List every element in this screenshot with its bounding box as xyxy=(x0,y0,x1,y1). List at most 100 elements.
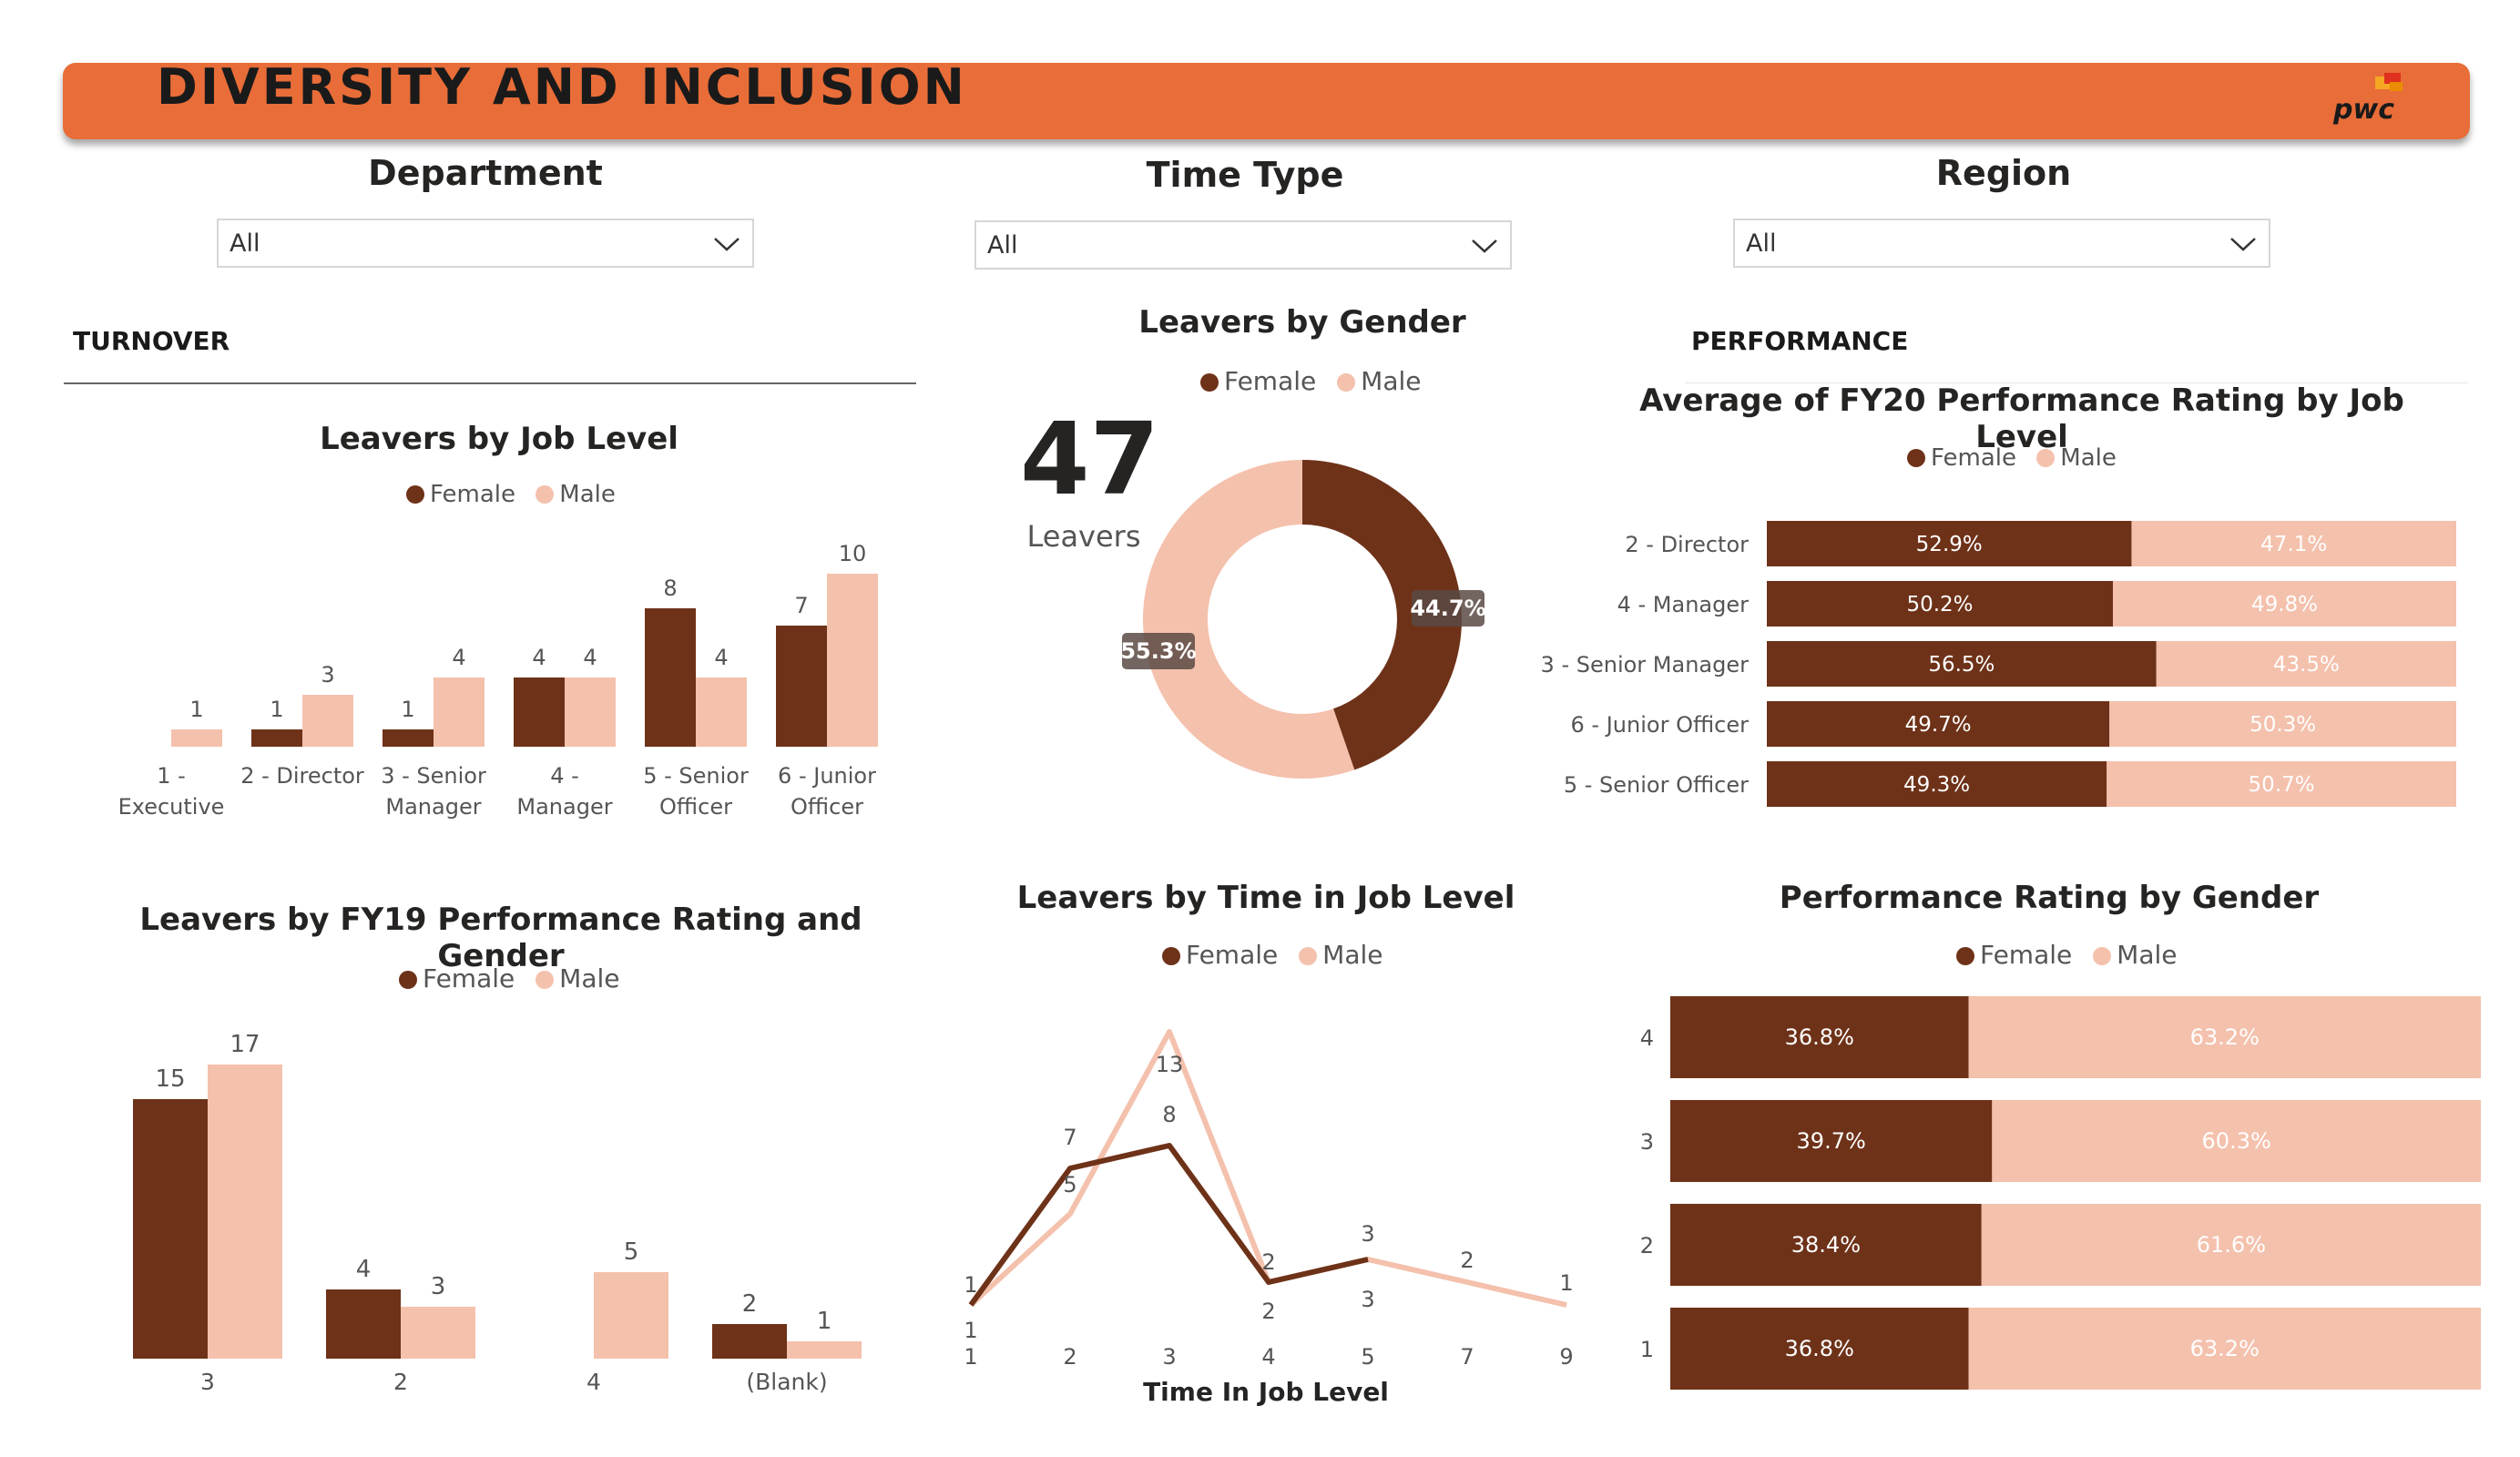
data-label-male: 1 xyxy=(964,1318,977,1343)
legend-male: Male xyxy=(1337,366,1421,396)
category-label: 6 - Junior Officer xyxy=(1571,712,1750,738)
legend-female-label: Female xyxy=(1186,940,1279,970)
data-label-female: 2 xyxy=(1261,1249,1275,1275)
page-title: DIVERSITY AND INCLUSION xyxy=(157,58,967,116)
data-label-male: 13 xyxy=(1156,1052,1184,1077)
legend-female: Female xyxy=(1907,444,2016,472)
x-tick-label: 4 xyxy=(1261,1344,1275,1370)
legend-male-label: Male xyxy=(559,963,620,993)
fy19-legend: Female Male xyxy=(399,963,632,993)
bar-male xyxy=(171,729,222,747)
data-label: 1 xyxy=(270,697,283,722)
legend-male: Male xyxy=(1299,940,1382,970)
fy19-bar-chart: 15 17 3 4 3 2 5 4 2 1 (Blank) xyxy=(133,1031,862,1395)
category-label: 2 - Director xyxy=(1625,532,1749,557)
category-label: 2 - Director xyxy=(240,763,364,789)
data-label: 3 xyxy=(431,1273,446,1300)
category-label: (Blank) xyxy=(746,1369,827,1395)
legend-male-label: Male xyxy=(1322,940,1383,970)
bar-female xyxy=(514,678,565,747)
job-level-legend: Female Male xyxy=(406,481,628,508)
category-label: 1 xyxy=(1640,1337,1654,1362)
legend-male-dot xyxy=(536,485,555,504)
data-label: 1 xyxy=(817,1308,832,1335)
legend-male-label: Male xyxy=(559,481,616,508)
chevron-down-icon xyxy=(2230,238,2256,251)
bar-male xyxy=(208,1065,282,1359)
perf-gender-legend: Female Male xyxy=(1956,940,2189,970)
time-type-dropdown[interactable]: All xyxy=(974,220,1512,270)
svg-text:pwc: pwc xyxy=(2332,94,2394,126)
data-label-male: 43.5% xyxy=(2273,653,2340,677)
legend-female-dot xyxy=(1907,449,1925,467)
leavers-by-gender-donut: 44.7% 55.3% xyxy=(1120,460,1484,779)
category-label: 3 xyxy=(200,1369,215,1395)
bar-male xyxy=(787,1341,862,1359)
x-tick-label: 2 xyxy=(1063,1344,1076,1370)
job-level-bar-chart: 1 1 - Executive 1 3 2 - Director 1 4 3 - Senior M… xyxy=(118,541,878,820)
category-label: Officer xyxy=(791,794,863,820)
category-label: 2 xyxy=(393,1369,408,1395)
category-label: 4 - Manager xyxy=(1617,592,1750,617)
data-label-male: 61.6% xyxy=(2197,1232,2266,1258)
time-type-slicer-title: Time Type xyxy=(1146,155,1344,195)
legend-female-dot xyxy=(1162,947,1180,965)
data-label: 2 xyxy=(742,1290,758,1318)
legend-female-dot xyxy=(399,971,417,989)
data-label: 4 xyxy=(714,645,728,670)
data-label-male: 2 xyxy=(1460,1248,1474,1273)
legend-male-dot xyxy=(2093,947,2112,965)
legend-female: Female xyxy=(1956,940,2072,970)
job-level-chart-title: Leavers by Job Level xyxy=(320,421,678,457)
legend-female-label: Female xyxy=(1931,444,2017,472)
department-dropdown[interactable]: All xyxy=(217,219,754,268)
bar-male xyxy=(434,678,485,747)
time-in-level-line-chart: 1782315132 3211 2 3 4 5 7 9Time In Job Level xyxy=(964,1029,1574,1407)
chevron-down-icon xyxy=(1472,239,1497,253)
data-label: 1 xyxy=(401,697,414,722)
legend-male: Male xyxy=(536,481,616,508)
data-label-female: 39.7% xyxy=(1797,1128,1866,1154)
data-label-female: 1 xyxy=(964,1272,977,1298)
bar-male xyxy=(302,695,353,747)
category-label: Manager xyxy=(516,794,612,820)
category-label: 5 - Senior xyxy=(643,763,749,789)
data-label: 5 xyxy=(624,1238,639,1266)
data-label-female: 3 xyxy=(1361,1221,1374,1247)
turnover-section-label: TURNOVER xyxy=(73,326,230,356)
data-label-male: 2 xyxy=(1261,1299,1275,1324)
data-label-female: 7 xyxy=(1063,1125,1076,1150)
bar-male xyxy=(565,678,616,747)
department-dropdown-value: All xyxy=(230,229,260,258)
x-axis-title: Time In Job Level xyxy=(1143,1377,1389,1407)
category-label: 4 xyxy=(587,1369,601,1395)
x-tick-label: 3 xyxy=(1162,1344,1176,1370)
donut-chart-title: Leavers by Gender xyxy=(1138,304,1466,341)
data-label-male: 5 xyxy=(1063,1172,1076,1197)
region-dropdown[interactable]: All xyxy=(1733,219,2270,268)
category-label: Manager xyxy=(385,794,481,820)
data-label-male: 49.8% xyxy=(2251,593,2318,616)
data-label: 4 xyxy=(532,645,546,670)
bar-female xyxy=(383,729,434,747)
legend-male-label: Male xyxy=(2117,940,2178,970)
time-in-level-chart-title: Leavers by Time in Job Level xyxy=(1016,880,1515,916)
data-label-female: 49.7% xyxy=(1905,713,1972,737)
category-label: 3 - Senior Manager xyxy=(1541,652,1750,678)
data-label-male: 60.3% xyxy=(2202,1128,2271,1154)
data-label-male: 63.2% xyxy=(2190,1336,2260,1361)
bar-female xyxy=(133,1099,208,1359)
legend-female-label: Female xyxy=(1224,366,1317,396)
legend-male-dot xyxy=(1337,373,1356,392)
data-label-female: 56.5% xyxy=(1928,653,1995,677)
perf-gender-stacked-bar-chart: 36.8% 63.2% 4 39.7% 60.3% 3 38.4% 61.6% 2 36.8% 63… xyxy=(1640,996,2481,1390)
bar-male xyxy=(827,574,878,747)
data-label-female: 52.9% xyxy=(1916,533,1983,556)
legend-male: Male xyxy=(536,963,619,993)
data-label: 3 xyxy=(321,662,334,688)
bar-female xyxy=(776,626,827,747)
legend-female-label: Female xyxy=(423,963,515,993)
legend-male-dot xyxy=(536,971,555,989)
data-label-female: 38.4% xyxy=(1791,1232,1861,1258)
data-label: 15 xyxy=(155,1065,185,1093)
